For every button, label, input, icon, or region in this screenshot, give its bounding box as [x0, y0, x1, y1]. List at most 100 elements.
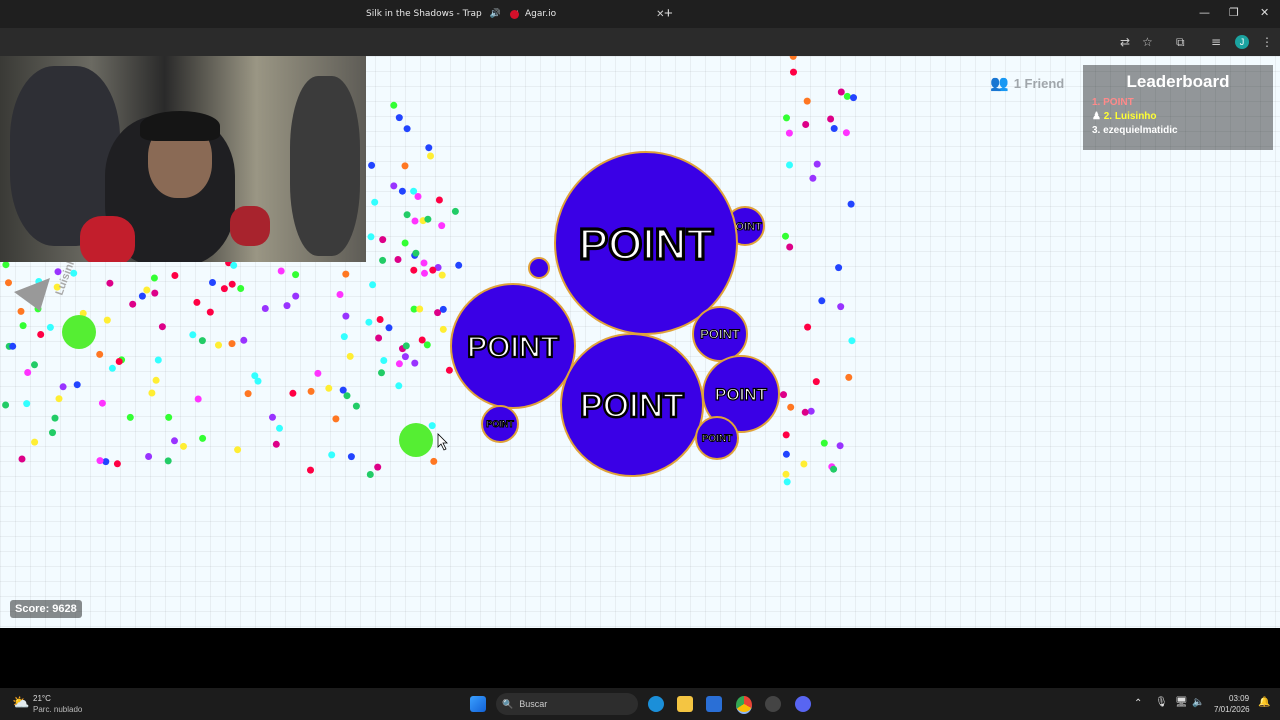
media-queue-icon[interactable]: ≡: [1211, 35, 1221, 49]
food-pellet: [198, 337, 206, 345]
food-pellet: [19, 322, 27, 330]
food-pellet: [820, 439, 828, 447]
player-cell-name: POINT: [702, 434, 733, 445]
food-pellet: [420, 259, 428, 267]
store-icon[interactable]: [706, 696, 722, 712]
food-pellet: [17, 307, 25, 315]
taskbar: [0, 688, 1280, 720]
translate-icon[interactable]: ⇄: [1120, 35, 1130, 49]
food-pellet: [340, 333, 348, 341]
food-pellet: [427, 152, 434, 160]
food-pellet: [782, 470, 790, 478]
food-pellet: [418, 336, 426, 344]
food-pellet: [171, 437, 178, 445]
webcam-headphones: [140, 111, 220, 141]
leaderboard-title: Leaderboard: [1126, 72, 1230, 91]
food-pellet: [292, 271, 300, 279]
food-pellet: [385, 324, 393, 332]
food-pellet: [783, 478, 791, 486]
food-pellet: [401, 239, 409, 247]
restore-icon[interactable]: ❐: [1229, 6, 1239, 19]
food-pellet: [346, 352, 354, 360]
chrome-icon[interactable]: [736, 696, 752, 714]
game-canvas[interactable]: Luisinho POINT POINT POINT POINT POINT POINT PO…: [0, 56, 1280, 628]
mouse-cursor-icon: [437, 433, 448, 451]
food-pellet: [209, 279, 216, 286]
speaker-icon[interactable]: 🔊: [490, 9, 501, 19]
chevron-up-icon[interactable]: ⌃: [1134, 698, 1142, 709]
food-pellet: [31, 361, 38, 369]
leaderboard-entry: ♟ 2. Luisinho: [1092, 110, 1273, 124]
windows-start-icon[interactable]: [470, 696, 486, 712]
search-placeholder: Buscar: [519, 699, 548, 709]
food-pellet: [401, 162, 409, 170]
tab-silk[interactable]: Silk in the Shadows - Trap 🔊 ✕: [366, 0, 519, 28]
food-pellet: [24, 369, 32, 376]
food-pellet: [411, 217, 419, 225]
taskbar-search[interactable]: 🔍 Buscar: [496, 693, 638, 715]
edge-icon[interactable]: [648, 696, 664, 712]
food-pellet: [804, 323, 812, 331]
food-pellet: [423, 341, 431, 349]
profile-avatar[interactable]: J: [1235, 35, 1249, 49]
food-pellet: [787, 403, 795, 411]
food-pellet: [439, 305, 447, 313]
food-pellet: [395, 114, 403, 122]
clock-time[interactable]: 03:09: [1229, 694, 1249, 703]
food-pellet: [342, 270, 350, 278]
food-pellet: [438, 222, 446, 230]
food-pellet: [402, 342, 410, 350]
bookmark-star-icon[interactable]: ☆: [1142, 35, 1153, 49]
notifications-icon[interactable]: 🔔: [1258, 697, 1270, 708]
food-pellet: [439, 325, 447, 333]
food-pellet: [272, 440, 280, 448]
food-pellet: [307, 387, 315, 395]
address-bar[interactable]: [0, 28, 1280, 56]
food-pellet: [5, 279, 12, 287]
food-pellet: [37, 331, 45, 338]
close-window-icon[interactable]: ✕: [1260, 6, 1269, 19]
network-icon[interactable]: 🖥: [1175, 697, 1188, 708]
food-pellet: [395, 382, 403, 390]
food-pellet: [401, 353, 409, 361]
microphone-icon[interactable]: 🎙: [1155, 697, 1168, 708]
minimize-icon[interactable]: —: [1199, 6, 1210, 19]
food-pellet: [194, 395, 202, 403]
extensions-icon[interactable]: ⧉: [1176, 35, 1185, 50]
food-pellet: [292, 292, 300, 300]
file-explorer-icon[interactable]: [677, 696, 693, 712]
food-pellet: [343, 392, 351, 400]
food-pellet: [98, 399, 106, 407]
tab-strip: Silk in the Shadows - Trap 🔊 ✕ Agar.io ✕…: [0, 0, 1280, 28]
menu-kebab-icon[interactable]: ⋮: [1261, 35, 1273, 49]
food-pellet: [332, 415, 340, 423]
food-pellet: [412, 249, 420, 257]
clock-date[interactable]: 7/01/2026: [1214, 705, 1250, 714]
weather-icon[interactable]: ⛅: [12, 694, 29, 711]
player-cell-name: POINT: [700, 327, 740, 342]
food-pellet: [430, 457, 438, 465]
food-pellet: [782, 232, 789, 240]
food-pellet: [151, 289, 159, 297]
food-pellet: [380, 357, 388, 364]
tab-agar[interactable]: Agar.io ✕: [510, 0, 665, 28]
food-pellet: [96, 457, 104, 465]
food-pellet: [394, 256, 402, 263]
food-pellet: [843, 92, 851, 100]
food-pellet: [429, 266, 437, 274]
friend-marker-icon: ♟: [1092, 111, 1101, 122]
food-pellet: [371, 198, 379, 206]
food-pellet: [375, 334, 383, 342]
food-pellet: [31, 438, 39, 446]
food-pellet: [837, 303, 845, 311]
food-pellet: [390, 101, 398, 109]
food-pellet: [847, 200, 855, 208]
volume-icon[interactable]: 🔈: [1192, 697, 1204, 708]
food-pellet: [189, 331, 197, 339]
food-pellet: [228, 280, 236, 288]
food-pellet: [180, 442, 187, 450]
friends-indicator[interactable]: 👥 1 Friend: [990, 74, 1064, 92]
discord-icon[interactable]: [795, 696, 811, 712]
new-tab-button[interactable]: +: [664, 5, 673, 22]
github-icon[interactable]: [765, 696, 781, 712]
